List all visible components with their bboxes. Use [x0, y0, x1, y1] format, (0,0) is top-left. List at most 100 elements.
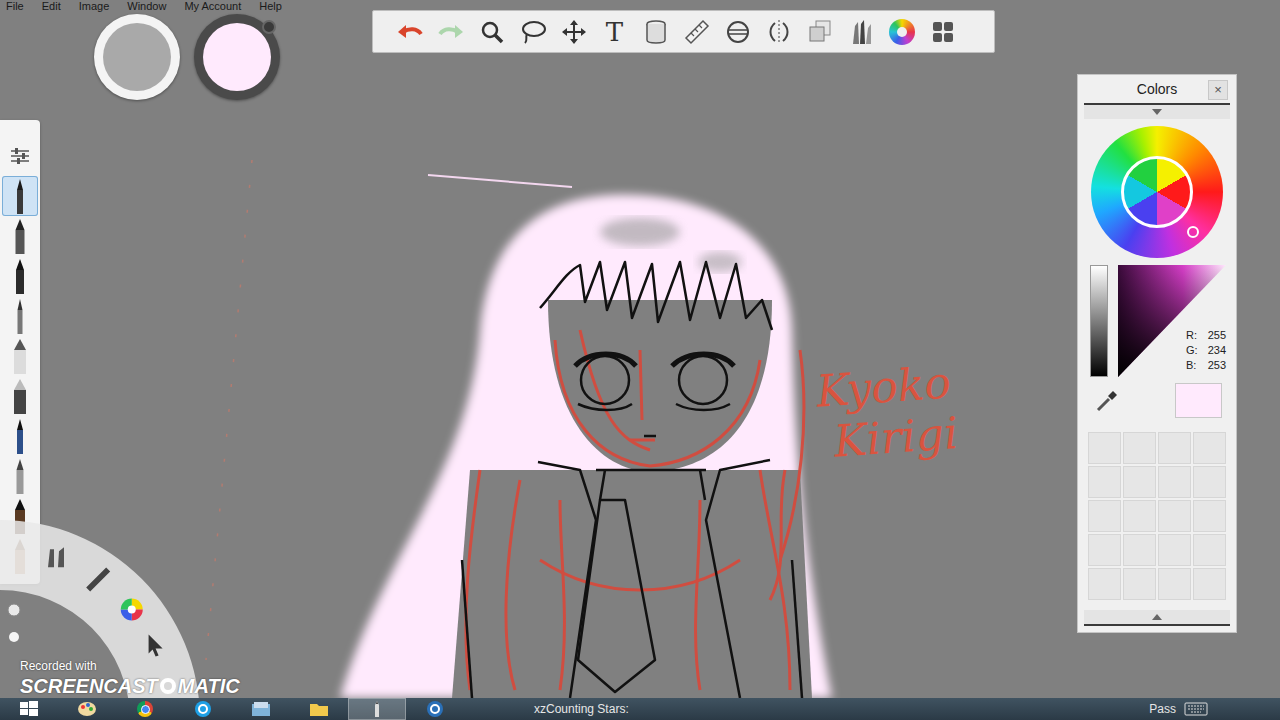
lagoon-brush[interactable] — [86, 567, 110, 591]
swatch[interactable] — [1123, 500, 1156, 532]
current-color-swatch[interactable] — [1175, 383, 1222, 418]
ellipse-tool[interactable] — [717, 11, 758, 52]
swatch[interactable] — [1193, 432, 1226, 464]
brush-item[interactable] — [2, 336, 38, 376]
menu-item[interactable]: Edit — [42, 0, 61, 13]
rgb-value[interactable]: 255 — [1208, 328, 1226, 343]
ruler-icon — [683, 18, 711, 46]
line-art — [462, 262, 802, 698]
caption-line: Kirigi — [818, 408, 959, 468]
swatch[interactable] — [1088, 466, 1121, 498]
brush-item[interactable] — [2, 456, 38, 496]
skype-icon — [194, 700, 212, 718]
shade-picker: R: 255G: 234B: 253 — [1078, 265, 1236, 377]
swatch[interactable] — [1193, 500, 1226, 532]
swatch[interactable] — [1158, 466, 1191, 498]
inner-wheel[interactable] — [1121, 156, 1193, 228]
redo-tool[interactable] — [430, 11, 471, 52]
taskbar-chrome[interactable] — [116, 698, 174, 720]
brush-item[interactable] — [2, 376, 38, 416]
swatch[interactable] — [1123, 568, 1156, 600]
taskbar-folder[interactable] — [290, 698, 348, 720]
select-arrow-icon — [149, 635, 163, 657]
color-wheel-icon — [121, 598, 143, 620]
recording-watermark: Recorded with SCREENCAST MATIC — [20, 658, 240, 698]
rgb-value[interactable]: 234 — [1208, 343, 1226, 358]
guide-dots — [206, 160, 252, 660]
move-tool[interactable] — [553, 11, 594, 52]
swatch[interactable] — [1193, 534, 1226, 566]
menu-item[interactable]: My Account — [184, 0, 241, 13]
brush-item[interactable] — [2, 416, 38, 456]
brand-right: MATIC — [178, 674, 240, 698]
taskbar: xzCounting Stars: Pass — [0, 698, 1280, 720]
rgb-label: B: — [1186, 358, 1196, 373]
brush-item[interactable] — [2, 256, 38, 296]
ruler-tool[interactable] — [676, 11, 717, 52]
grayscale-bar[interactable] — [1090, 265, 1108, 377]
zoom-tool[interactable] — [471, 11, 512, 52]
brush-item[interactable] — [2, 176, 38, 216]
taskbar-start[interactable] — [0, 698, 58, 720]
swatch[interactable] — [1088, 568, 1121, 600]
collapse-bar[interactable] — [1084, 103, 1230, 119]
taskbar-sketchbook[interactable] — [348, 698, 406, 720]
menu-item[interactable]: File — [6, 0, 24, 13]
system-tray: Pass — [1149, 702, 1208, 716]
taskbar-paint[interactable] — [58, 698, 116, 720]
swatch[interactable] — [1158, 432, 1191, 464]
text-tool[interactable]: T — [594, 11, 635, 52]
swatch[interactable] — [1123, 466, 1156, 498]
expand-bar[interactable] — [1084, 610, 1230, 626]
menu-bar: File Edit Image Window My Account Help — [0, 0, 288, 13]
swatch[interactable] — [1193, 568, 1226, 600]
keyboard-icon[interactable] — [1184, 702, 1208, 716]
menu-item[interactable]: Help — [259, 0, 282, 13]
felt-pen-icon — [8, 258, 32, 294]
color-wheel[interactable] — [1091, 126, 1223, 258]
lagoon-color-wheel[interactable] — [121, 598, 143, 620]
swatch[interactable] — [1123, 534, 1156, 566]
wheel-marker[interactable] — [1187, 226, 1199, 238]
lagoon-select[interactable] — [149, 635, 163, 657]
lasso-tool[interactable] — [512, 11, 553, 52]
taskbar-window-title[interactable]: xzCounting Stars: — [534, 702, 629, 716]
taskbar-screencast[interactable] — [406, 698, 464, 720]
brushes-tool[interactable] — [840, 11, 881, 52]
menu-item[interactable]: Image — [79, 0, 110, 13]
swatch[interactable] — [1088, 432, 1121, 464]
brush-item[interactable] — [2, 136, 38, 176]
swatch[interactable] — [1193, 466, 1226, 498]
lagoon-dot[interactable] — [8, 604, 20, 616]
panel-title-bar[interactable]: Colors × — [1078, 75, 1236, 103]
lagoon-dot[interactable] — [9, 632, 19, 642]
rgb-value[interactable]: 253 — [1208, 358, 1226, 373]
lagoon-brush-tools[interactable] — [48, 547, 64, 567]
layers-tool[interactable] — [799, 11, 840, 52]
color-wheel-tool[interactable] — [881, 11, 922, 52]
swatch[interactable] — [1158, 534, 1191, 566]
swatch[interactable] — [1088, 534, 1121, 566]
body-area — [452, 470, 812, 698]
soft-eraser-icon — [8, 378, 32, 414]
tray-label[interactable]: Pass — [1149, 702, 1176, 716]
eyedropper-icon[interactable] — [1094, 388, 1120, 414]
color-puck[interactable] — [194, 14, 280, 100]
taskbar-explorer[interactable] — [232, 698, 290, 720]
brush-item[interactable] — [2, 296, 38, 336]
close-button[interactable]: × — [1208, 80, 1228, 100]
symmetry-tool[interactable] — [758, 11, 799, 52]
puck-knob[interactable] — [262, 20, 276, 34]
fill-tool[interactable] — [635, 11, 676, 52]
brush-item[interactable] — [2, 216, 38, 256]
swatch[interactable] — [1088, 500, 1121, 532]
grid-tool[interactable] — [922, 11, 963, 52]
swatch[interactable] — [1158, 500, 1191, 532]
undo-tool[interactable] — [389, 11, 430, 52]
size-puck[interactable] — [94, 14, 180, 100]
color-wheel-icon — [889, 19, 915, 45]
menu-item[interactable]: Window — [127, 0, 166, 13]
swatch[interactable] — [1123, 432, 1156, 464]
taskbar-skype[interactable] — [174, 698, 232, 720]
swatch[interactable] — [1158, 568, 1191, 600]
